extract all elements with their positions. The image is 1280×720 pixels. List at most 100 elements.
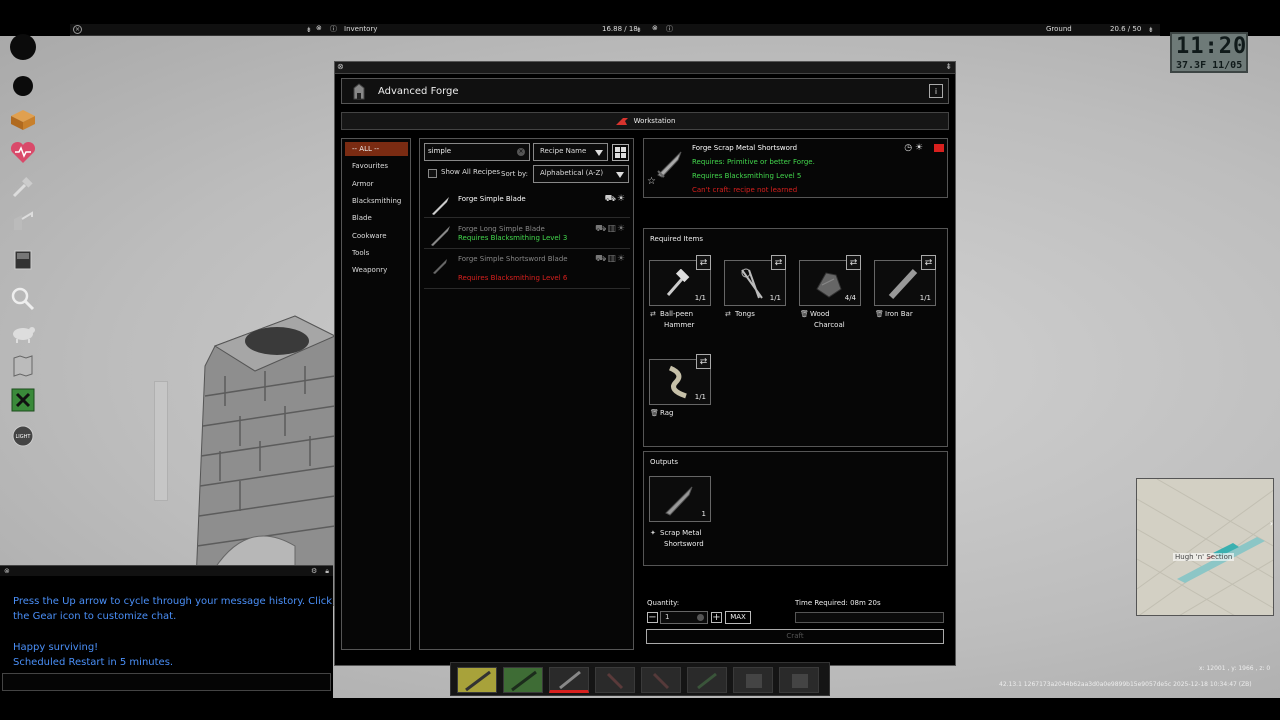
crafting-hammer-icon[interactable] — [9, 174, 37, 202]
category-all[interactable]: -- ALL -- — [345, 142, 408, 156]
hotbar-slot[interactable] — [457, 667, 497, 693]
category-tools[interactable]: Tools — [345, 246, 408, 260]
info-icon[interactable]: ⓘ — [666, 24, 673, 34]
furniture-icon[interactable] — [9, 246, 37, 274]
chat-line: the Gear icon to customize chat. — [13, 611, 177, 622]
building-icon[interactable] — [9, 207, 37, 235]
craft-menu-icon[interactable] — [9, 386, 37, 414]
max-quantity-button[interactable]: MAX — [725, 611, 751, 624]
show-all-recipes-checkbox[interactable] — [428, 169, 437, 178]
pin-icon[interactable]: ⇟ — [1148, 26, 1154, 34]
recipe-requirement: Requires Blacksmithing Level 3 — [458, 234, 568, 242]
hotbar-slot[interactable] — [733, 667, 773, 693]
swap-icon[interactable]: ⇄ — [771, 255, 786, 270]
search-input[interactable]: simple × — [424, 143, 530, 161]
grid-view-button[interactable] — [612, 144, 629, 161]
advanced-forge-window[interactable]: ⊗ ⇟ Advanced Forge i Workstation -- ALL … — [334, 61, 956, 666]
close-icon[interactable]: ⊗ — [316, 24, 322, 32]
fence-post — [154, 381, 168, 501]
sort-field-dropdown[interactable]: Recipe Name — [533, 143, 608, 161]
lock-icon[interactable]: 🔒︎ — [325, 567, 329, 576]
item-label: Ball-peen — [660, 310, 694, 318]
quantity-input[interactable]: 1 — [660, 611, 708, 624]
sort-order-dropdown[interactable]: Alphabetical (A-Z) — [533, 165, 629, 183]
requirement-line: Requires: Primitive or better Forge. — [692, 158, 815, 166]
hotbar-slot[interactable] — [779, 667, 819, 693]
window-titlebar[interactable]: ⊗ ⇟ — [335, 62, 955, 74]
status-circle-icon[interactable] — [9, 72, 37, 100]
light-icon[interactable]: LIGHT — [9, 422, 37, 450]
swap-icon[interactable]: ⇄ — [696, 354, 711, 369]
swap-icon[interactable]: ⇄ — [846, 255, 861, 270]
close-icon[interactable]: × — [73, 25, 82, 34]
decrease-quantity-button[interactable]: − — [647, 612, 658, 623]
craft-button[interactable]: Craft — [646, 629, 944, 644]
category-weaponry[interactable]: Weaponry — [345, 263, 408, 277]
required-item-slot[interactable]: 1/1 ⇄ — [649, 255, 711, 306]
forge-required-icon — [934, 144, 944, 152]
item-count: 1/1 — [694, 294, 706, 302]
pin-icon[interactable]: ⇟ — [636, 26, 642, 34]
chat-header[interactable]: ⊗ ⚙ 🔒︎ — [0, 565, 333, 576]
item-count: 1/1 — [919, 294, 931, 302]
category-blade[interactable]: Blade — [345, 211, 408, 225]
close-icon[interactable]: ⊗ — [4, 567, 10, 575]
hotbar-slot[interactable] — [549, 667, 589, 693]
required-items-panel: Required Items 1/1 ⇄ ⇄ Ball-peen Hammer 1/… — [643, 228, 948, 447]
inventory-box-icon[interactable] — [9, 106, 37, 134]
ground-bar[interactable]: ⊗ ⓘ Ground 20.6 / 50 ⇟ — [650, 24, 1160, 36]
increase-quantity-button[interactable]: + — [711, 612, 722, 623]
recipe-status-icons: ⛟▥☀ — [595, 224, 626, 234]
category-armor[interactable]: Armor — [345, 177, 408, 191]
required-item-slot[interactable]: 1/1 ⇄ — [724, 255, 786, 306]
required-item-label: ⇄ Ball-peen Hammer — [650, 309, 694, 331]
stone-kiln[interactable] — [185, 276, 335, 606]
minimap[interactable]: Hugh 'n' Section › — [1136, 478, 1274, 616]
trash-icon: 🗑 — [650, 409, 659, 417]
close-icon[interactable]: ⊗ — [337, 62, 344, 71]
window-title: Advanced Forge — [378, 85, 459, 97]
output-slot[interactable]: 1 — [649, 476, 711, 522]
hotbar-slot[interactable] — [687, 667, 727, 693]
recipe-name: Forge Simple Shortsword Blade — [458, 255, 568, 263]
category-favourites[interactable]: Favourites — [345, 159, 408, 173]
status-circle-icon[interactable] — [9, 33, 37, 61]
close-icon[interactable]: ⊗ — [652, 24, 658, 32]
info-button[interactable]: i — [929, 84, 943, 98]
chevron-right-icon[interactable]: › — [1270, 519, 1273, 528]
gear-icon[interactable]: ⚙ — [311, 567, 317, 575]
category-cookware[interactable]: Cookware — [345, 229, 408, 243]
chevron-down-icon — [616, 172, 624, 178]
recipe-row[interactable]: Forge Simple Blade ⛟☀ — [424, 191, 630, 218]
required-items-title: Required Items — [650, 235, 703, 243]
info-icon[interactable]: ⓘ — [330, 24, 337, 34]
swap-icon[interactable]: ⇄ — [696, 255, 711, 270]
map-icon[interactable] — [9, 352, 37, 380]
clock-time: 11:20 — [1176, 34, 1248, 59]
required-item-slot[interactable]: 4/4 ⇄ — [799, 255, 861, 306]
recipe-status-icons: ⛟☀ — [604, 194, 626, 204]
required-item-slot[interactable]: 1/1 ⇄ — [874, 255, 936, 306]
favourite-star-icon[interactable]: ☆ — [647, 176, 656, 187]
inventory-bar[interactable]: × ⇟ ⊗ ⓘ Inventory 16.88 / 18 ⇟ — [70, 24, 650, 36]
category-blacksmithing[interactable]: Blacksmithing — [345, 194, 408, 208]
pin-icon[interactable]: ⇟ — [306, 26, 312, 34]
recipe-row[interactable]: Forge Long Simple Blade Requires Blacksm… — [424, 221, 630, 249]
swap-icon[interactable]: ⇄ — [921, 255, 936, 270]
animal-icon[interactable] — [9, 319, 37, 347]
hotbar-slot[interactable] — [595, 667, 635, 693]
selected-recipe-name: Forge Scrap Metal Shortsword — [692, 144, 798, 152]
clear-search-icon[interactable]: × — [517, 148, 525, 156]
recipe-detail: ☆ Forge Scrap Metal Shortsword Requires:… — [643, 138, 948, 198]
required-item-slot[interactable]: 1/1 ⇄ — [649, 354, 711, 405]
recipe-row[interactable]: Forge Simple Shortsword Blade Requires B… — [424, 251, 630, 289]
swap-mode-icon: ⇄ — [650, 310, 656, 318]
minimap-location-label: Hugh 'n' Section — [1173, 553, 1235, 561]
health-heart-icon[interactable] — [9, 139, 37, 167]
hotbar-slot[interactable] — [641, 667, 681, 693]
chat-input[interactable] — [2, 673, 331, 691]
hotbar-slot[interactable] — [503, 667, 543, 693]
search-magnifier-icon[interactable] — [9, 285, 37, 313]
pin-icon[interactable]: ⇟ — [945, 62, 952, 71]
item-label: Shortsword — [664, 540, 704, 548]
